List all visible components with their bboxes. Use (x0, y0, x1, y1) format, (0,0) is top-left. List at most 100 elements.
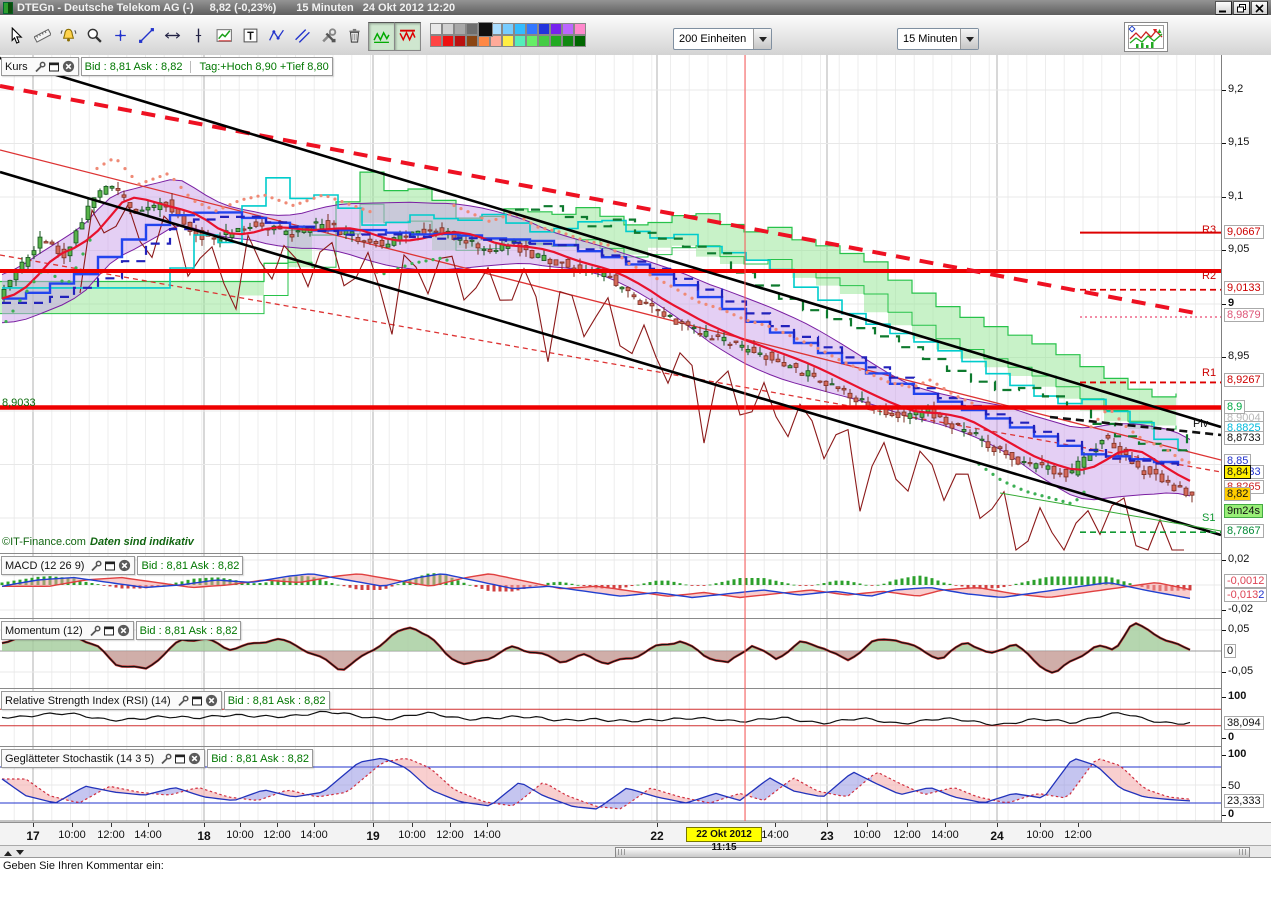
tool-zoom[interactable] (82, 22, 107, 49)
palette-color[interactable] (574, 23, 586, 35)
palette-color[interactable] (514, 35, 526, 47)
time-tick (277, 823, 278, 827)
comment-input[interactable]: Geben Sie Ihren Kommentar ein: (0, 857, 1271, 923)
palette-color[interactable] (562, 35, 574, 47)
tool-alarm[interactable] (56, 22, 81, 49)
palette-color[interactable] (538, 35, 550, 47)
palette-color[interactable] (466, 23, 478, 35)
time-tick (314, 823, 315, 827)
wrench-icon[interactable] (90, 560, 102, 572)
units-dropdown-button[interactable] (753, 29, 771, 49)
palette-color[interactable] (574, 35, 586, 47)
close-icon[interactable] (118, 559, 131, 572)
time-tick (945, 823, 946, 827)
palette-color[interactable] (442, 35, 454, 47)
time-label: 14:00 (473, 829, 501, 841)
tool-pattern-bullish[interactable] (368, 22, 395, 51)
minimize-button[interactable] (1215, 1, 1232, 15)
macd-panel-title: MACD (12 26 9) (5, 560, 84, 572)
time-tick (72, 823, 73, 827)
price-value-label: 9,0133 (1224, 281, 1264, 295)
day-range: Tag:+Hoch 8,90 +Tief 8,80 (190, 61, 328, 73)
units-dropdown[interactable]: 200 Einheiten (673, 28, 772, 50)
close-icon[interactable] (188, 752, 201, 765)
palette-color[interactable] (478, 22, 493, 37)
chevron-down-icon (966, 37, 974, 46)
palette-color[interactable] (562, 23, 574, 35)
tool-draw-segments[interactable] (264, 22, 289, 49)
close-button[interactable] (1251, 1, 1268, 15)
bid-ask: Bid : 8,81 Ask : 8,82 (141, 560, 239, 572)
axis-tick (1222, 738, 1226, 739)
axis-tick-label: 0,05 (1228, 623, 1249, 635)
axis-tick (1222, 755, 1226, 756)
wrench-icon[interactable] (89, 625, 101, 637)
axis-tick (1222, 610, 1226, 611)
price-value-label: 8,9 (1224, 400, 1245, 414)
chevron-down-icon (759, 37, 767, 46)
palette-color[interactable] (526, 23, 538, 35)
palette-color[interactable] (514, 23, 526, 35)
time-tick (373, 823, 374, 827)
bid-ask: Bid : 8,81 Ask : 8,82 (211, 753, 309, 765)
time-tick (148, 823, 149, 827)
tool-ruler[interactable] (30, 22, 55, 49)
time-tick (240, 823, 241, 827)
price-value-label: 8,8733 (1224, 431, 1264, 445)
tool-indicator-window[interactable] (212, 22, 237, 49)
palette-color[interactable] (526, 35, 538, 47)
palette-color[interactable] (550, 35, 562, 47)
tool-draw-point[interactable] (108, 22, 133, 49)
tool-pattern-bearish[interactable] (394, 22, 421, 51)
time-label: 10:00 (853, 829, 881, 841)
wrench-icon[interactable] (34, 61, 46, 73)
chart-type-button[interactable] (1124, 22, 1168, 52)
time-label: 14:00 (300, 829, 328, 841)
palette-color[interactable] (466, 35, 478, 47)
window-icon[interactable] (48, 61, 60, 73)
app-icon (3, 2, 13, 14)
axis-tick-label: 9,2 (1228, 83, 1243, 95)
price-value-label: 8,9879 (1224, 308, 1264, 322)
close-icon[interactable] (205, 694, 218, 707)
restore-button[interactable] (1233, 1, 1250, 15)
palette-color[interactable] (442, 23, 454, 35)
palette-color[interactable] (454, 35, 466, 47)
tool-chart-settings[interactable] (316, 22, 341, 49)
tool-draw-horizontal-segment[interactable] (160, 22, 185, 49)
axis-tick-label: -0,05 (1228, 665, 1253, 677)
axis-tick (1222, 90, 1226, 91)
window-icon[interactable] (174, 753, 186, 765)
palette-color[interactable] (538, 23, 550, 35)
palette-color[interactable] (502, 23, 514, 35)
tool-delete-drawings[interactable] (342, 22, 367, 49)
tool-pointer[interactable] (4, 22, 29, 49)
timeframe-dropdown[interactable]: 15 Minuten (897, 28, 979, 50)
time-label: 12:00 (893, 829, 921, 841)
panel-up-icon[interactable] (4, 847, 12, 856)
price-axis: 9,29,159,19,0598,950,02-0,020,05-0,05100… (1221, 55, 1271, 822)
time-tick (1040, 823, 1041, 827)
tool-draw-parallel-lines[interactable] (290, 22, 315, 49)
price-value-label: 8,7867 (1224, 524, 1264, 538)
close-icon[interactable] (117, 624, 130, 637)
window-icon[interactable] (103, 625, 115, 637)
tool-draw-vertical-line[interactable] (186, 22, 211, 49)
tool-draw-trendline[interactable] (134, 22, 159, 49)
window-icon[interactable] (104, 560, 116, 572)
close-icon[interactable] (62, 60, 75, 73)
palette-color[interactable] (454, 23, 466, 35)
palette-color[interactable] (430, 23, 442, 35)
palette-color[interactable] (550, 23, 562, 35)
tool-draw-text[interactable] (238, 22, 263, 49)
timeframe-dropdown-button[interactable] (960, 29, 978, 49)
price-value-label: 8,82 (1224, 487, 1251, 501)
palette-color[interactable] (502, 35, 514, 47)
palette-color[interactable] (430, 35, 442, 47)
chart-label: R3 (1202, 224, 1216, 236)
wrench-icon[interactable] (177, 695, 189, 707)
wrench-icon[interactable] (160, 753, 172, 765)
time-label: 10:00 (1026, 829, 1054, 841)
window-icon[interactable] (191, 695, 203, 707)
time-tick (867, 823, 868, 827)
